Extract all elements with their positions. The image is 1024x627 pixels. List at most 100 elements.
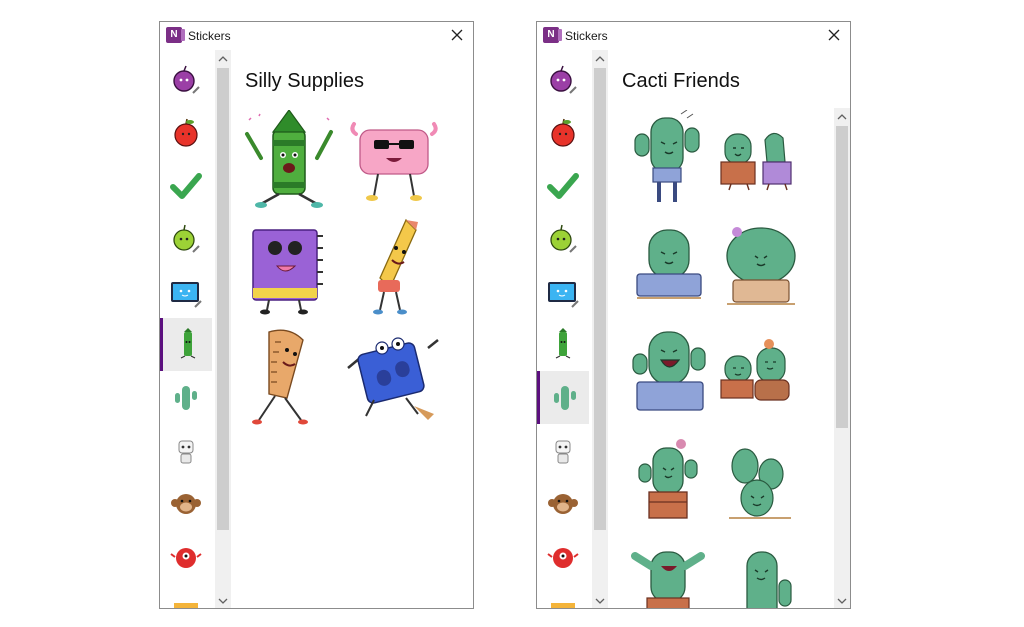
- category-rail: [160, 50, 212, 608]
- crayon-sticker-icon: [245, 108, 333, 208]
- category-robots[interactable]: [160, 424, 212, 477]
- sticker-sharpener[interactable]: [344, 328, 444, 428]
- sticker-grid-scrollbar[interactable]: [834, 108, 850, 608]
- category-checkmark[interactable]: [537, 159, 589, 212]
- ruler-sticker-icon: [252, 329, 308, 425]
- chevron-down-icon: [595, 598, 605, 604]
- title-bar: N Stickers: [160, 22, 473, 50]
- tall-cactus-sticker-icon: [634, 109, 700, 202]
- sticker-flower-cactus[interactable]: [621, 434, 721, 534]
- sticker-notebook[interactable]: [239, 218, 339, 318]
- scrollbar-thumb[interactable]: [594, 68, 606, 530]
- sticker-ruler[interactable]: [239, 328, 339, 428]
- checkmark-sticker-icon: [547, 172, 579, 199]
- category-pizza[interactable]: [160, 583, 212, 608]
- chevron-up-icon: [218, 56, 228, 62]
- sticker-gallery: Silly Supplies: [232, 50, 473, 608]
- close-button[interactable]: [824, 25, 844, 45]
- sharpener-sticker-icon: [347, 337, 439, 420]
- category-monsters[interactable]: [537, 530, 589, 583]
- cactus-category-icon: [175, 385, 197, 410]
- category-checkmark[interactable]: [160, 159, 212, 212]
- title-bar: N Stickers: [537, 22, 850, 50]
- sticker-cactus-trio[interactable]: [711, 326, 811, 426]
- category-monkeys[interactable]: [160, 477, 212, 530]
- green-apple-sticker-icon: [173, 224, 200, 253]
- category-tablet[interactable]: [160, 265, 212, 318]
- chevron-down-icon: [837, 598, 847, 604]
- sticker-cactus-pair[interactable]: [711, 110, 811, 210]
- dancing-cactus-sticker-icon: [631, 551, 705, 608]
- category-green-apple[interactable]: [537, 212, 589, 265]
- purple-fruit-sticker-icon: [550, 65, 577, 94]
- scroll-up-arrow[interactable]: [215, 52, 231, 66]
- purple-fruit-sticker-icon: [173, 65, 200, 94]
- eraser-sticker-icon: [350, 122, 438, 201]
- category-silly-supplies[interactable]: [160, 318, 212, 371]
- close-icon: [451, 29, 463, 41]
- tall-cactus-2-sticker-icon: [746, 551, 792, 608]
- green-apple-sticker-icon: [550, 224, 577, 253]
- sticker-tall-cactus-2[interactable]: [711, 542, 811, 608]
- sticker-cactus-blue-pot[interactable]: [621, 218, 721, 318]
- pizza-category-icon: [174, 602, 198, 608]
- crayon-category-icon: [180, 327, 195, 359]
- category-silly-supplies[interactable]: [537, 318, 589, 371]
- category-scrollbar[interactable]: [592, 50, 608, 608]
- sticker-pencil[interactable]: [344, 218, 444, 318]
- sticker-tall-cactus[interactable]: [621, 109, 721, 210]
- category-monkeys[interactable]: [537, 477, 589, 530]
- window-title: Stickers: [565, 29, 608, 43]
- tablet-sticker-icon: [171, 281, 202, 308]
- scroll-up-arrow[interactable]: [834, 110, 850, 124]
- monkey-category-icon: [171, 493, 201, 514]
- close-button[interactable]: [447, 25, 467, 45]
- cactus-trio-sticker-icon: [720, 339, 790, 401]
- category-pizza[interactable]: [537, 583, 589, 608]
- scroll-up-arrow[interactable]: [592, 52, 608, 66]
- category-cacti-friends[interactable]: [537, 371, 589, 424]
- laughing-cactus-sticker-icon: [632, 331, 706, 411]
- scroll-down-arrow[interactable]: [834, 594, 850, 608]
- round-cactus-sticker-icon: [726, 227, 796, 305]
- category-robots[interactable]: [537, 424, 589, 477]
- cactus-pair-sticker-icon: [720, 132, 792, 191]
- sticker-eraser[interactable]: [344, 110, 444, 210]
- onenote-app-icon: N: [166, 27, 185, 43]
- scrollbar-thumb[interactable]: [836, 126, 848, 428]
- pizza-category-icon: [551, 602, 575, 608]
- category-heading: Cacti Friends: [622, 70, 740, 92]
- chevron-up-icon: [595, 56, 605, 62]
- red-monster-category-icon: [170, 547, 202, 568]
- onenote-app-icon: N: [543, 27, 562, 43]
- sticker-round-cactus[interactable]: [711, 218, 811, 318]
- sticker-laughing-cactus[interactable]: [621, 326, 721, 426]
- category-tablet[interactable]: [537, 265, 589, 318]
- notebook-sticker-icon: [252, 229, 323, 315]
- scroll-down-arrow[interactable]: [215, 594, 231, 608]
- scrollbar-thumb[interactable]: [217, 68, 229, 530]
- close-icon: [828, 29, 840, 41]
- scroll-down-arrow[interactable]: [592, 594, 608, 608]
- category-green-apple[interactable]: [160, 212, 212, 265]
- sticker-dancing-cactus[interactable]: [621, 542, 721, 608]
- category-scrollbar[interactable]: [215, 50, 231, 608]
- robot-category-icon: [178, 440, 194, 463]
- robot-category-icon: [555, 440, 571, 463]
- chevron-down-icon: [218, 598, 228, 604]
- category-apple[interactable]: [537, 106, 589, 159]
- crayon-category-icon: [555, 327, 571, 359]
- sticker-gallery: Cacti Friends: [609, 50, 850, 608]
- stickers-panel-left: N Stickers Silly Supplies: [159, 21, 474, 609]
- category-apple[interactable]: [160, 106, 212, 159]
- category-monsters[interactable]: [160, 530, 212, 583]
- category-heading: Silly Supplies: [245, 70, 364, 92]
- category-purple-fruit[interactable]: [537, 53, 589, 106]
- category-cacti-friends[interactable]: [160, 371, 212, 424]
- tablet-sticker-icon: [548, 281, 579, 308]
- chevron-up-icon: [837, 114, 847, 120]
- red-monster-category-icon: [547, 547, 579, 568]
- sticker-crayon[interactable]: [239, 108, 339, 210]
- category-purple-fruit[interactable]: [160, 53, 212, 106]
- sticker-prickly-pear[interactable]: [711, 434, 811, 534]
